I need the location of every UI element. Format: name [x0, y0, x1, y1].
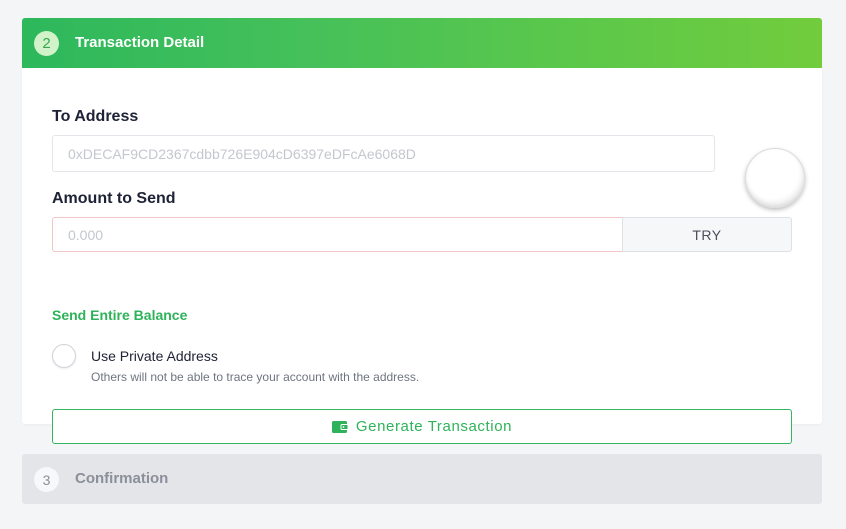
generate-transaction-label: Generate Transaction — [355, 418, 513, 435]
to-address-label: To Address — [52, 108, 139, 125]
amount-label: Amount to Send — [52, 190, 176, 207]
private-address-hint: Others will not be able to trace your ac… — [91, 370, 420, 384]
amount-input[interactable] — [52, 217, 623, 252]
transaction-detail-body: To Address Amount to Send TRY Send Entir… — [22, 68, 822, 444]
step-title: Confirmation — [75, 470, 169, 487]
currency-addon: TRY — [622, 217, 792, 252]
to-address-input[interactable] — [52, 135, 715, 172]
generate-transaction-button[interactable]: Generate Transaction — [52, 409, 792, 444]
send-entire-balance-link[interactable]: Send Entire Balance — [52, 307, 187, 323]
private-address-label: Use Private Address — [91, 348, 218, 364]
step-number-badge: 3 — [34, 467, 59, 492]
confirmation-step[interactable]: 3 Confirmation — [22, 454, 822, 504]
wallet-icon — [331, 420, 349, 433]
step-title: Transaction Detail — [75, 34, 205, 51]
transaction-detail-step: 2 Transaction Detail To Address Amount t… — [22, 18, 822, 444]
step-number-badge: 2 — [34, 31, 59, 56]
transaction-detail-header: 2 Transaction Detail — [22, 18, 822, 68]
private-address-radio[interactable] — [52, 344, 76, 368]
address-identicon — [745, 148, 805, 208]
